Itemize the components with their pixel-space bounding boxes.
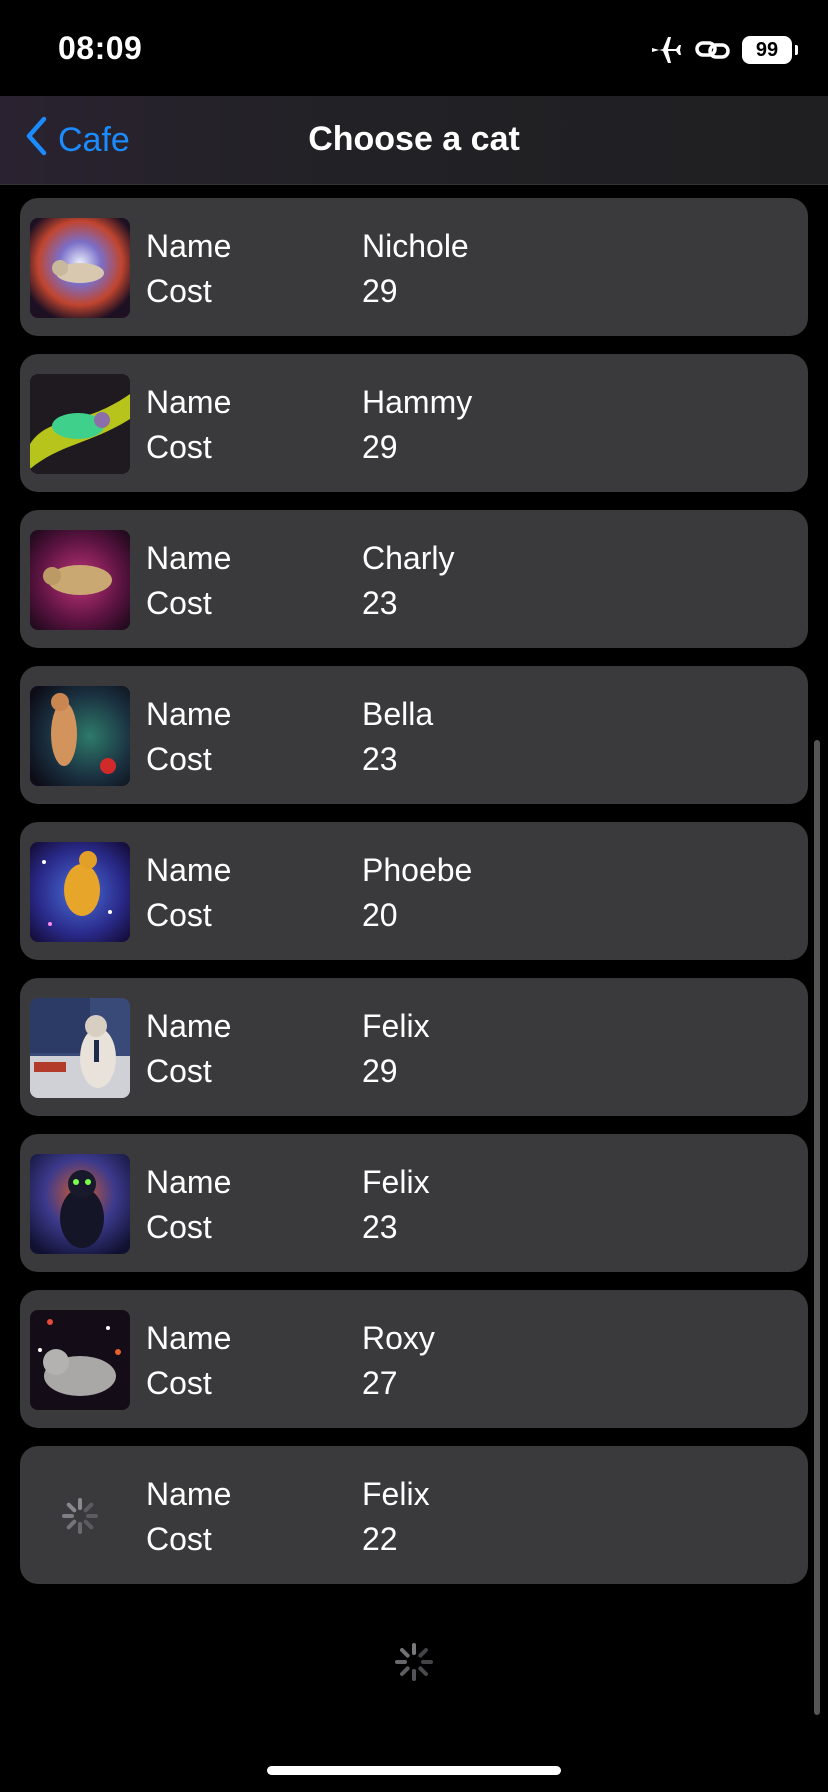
cat-list: Name Cost Nichole 29 Name Cost Hammy 29 (20, 198, 808, 1602)
cat-cost: 29 (362, 1053, 398, 1089)
cat-cost: 23 (362, 1209, 398, 1245)
cat-thumbnail (30, 1154, 130, 1254)
cat-row[interactable]: Name Cost Nichole 29 (20, 198, 808, 336)
status-icons: 99 (650, 32, 798, 68)
cat-row[interactable]: Name Cost Bella 23 (20, 666, 808, 804)
cost-label: Cost (146, 1053, 212, 1089)
cost-label: Cost (146, 741, 212, 777)
cat-name: Felix (362, 1164, 430, 1200)
airplane-icon (650, 35, 684, 65)
cat-row[interactable]: Name Cost Charly 23 (20, 510, 808, 648)
name-label: Name (146, 384, 232, 420)
name-label: Name (146, 228, 232, 264)
cat-name: Charly (362, 540, 455, 576)
cat-name: Felix (362, 1008, 430, 1044)
cat-row[interactable]: Name Cost Hammy 29 (20, 354, 808, 492)
page-title: Choose a cat (308, 120, 520, 158)
cat-row[interactable]: Name Cost Felix 23 (20, 1134, 808, 1272)
cat-name: Nichole (362, 228, 469, 264)
cost-label: Cost (146, 273, 212, 309)
name-label: Name (146, 1320, 232, 1356)
cat-row[interactable]: Name Cost Roxy 27 (20, 1290, 808, 1428)
cat-name: Roxy (362, 1320, 435, 1356)
cat-thumbnail (30, 218, 130, 318)
cost-label: Cost (146, 897, 212, 933)
cat-cost: 29 (362, 273, 398, 309)
cat-thumbnail (30, 842, 130, 942)
cat-thumbnail (30, 374, 130, 474)
scroll-indicator[interactable] (814, 740, 820, 1715)
name-label: Name (146, 1476, 232, 1512)
cat-thumbnail (30, 686, 130, 786)
cat-row[interactable]: Name Cost Felix 29 (20, 978, 808, 1116)
battery-indicator: 99 (742, 36, 798, 64)
cat-thumbnail (30, 998, 130, 1098)
cat-row[interactable]: Name Cost Felix 22 (20, 1446, 808, 1584)
name-label: Name (146, 696, 232, 732)
cost-label: Cost (146, 585, 212, 621)
cat-cost: 23 (362, 585, 398, 621)
cat-name: Felix (362, 1476, 430, 1512)
loading-spinner-icon (394, 1642, 434, 1687)
cat-cost: 20 (362, 897, 398, 933)
name-label: Name (146, 1164, 232, 1200)
loading-spinner-icon (30, 1466, 130, 1566)
cat-name: Phoebe (362, 852, 473, 888)
name-label: Name (146, 852, 232, 888)
cat-row[interactable]: Name Cost Phoebe 20 (20, 822, 808, 960)
status-bar: 08:09 99 (0, 0, 828, 96)
cost-label: Cost (146, 1209, 212, 1245)
cat-name: Bella (362, 696, 434, 732)
cost-label: Cost (146, 1521, 212, 1557)
cat-cost: 23 (362, 741, 398, 777)
cat-name: Hammy (362, 384, 473, 420)
cat-cost: 27 (362, 1365, 398, 1401)
navigation-bar: Cafe Choose a cat (0, 96, 828, 185)
cat-thumbnail (30, 1310, 130, 1410)
status-time: 08:09 (58, 30, 143, 66)
cat-cost: 22 (362, 1521, 398, 1557)
cost-label: Cost (146, 1365, 212, 1401)
home-indicator[interactable] (267, 1766, 561, 1775)
name-label: Name (146, 1008, 232, 1044)
cat-cost: 29 (362, 429, 398, 465)
link-icon (694, 37, 732, 63)
cat-thumbnail (30, 530, 130, 630)
cost-label: Cost (146, 429, 212, 465)
name-label: Name (146, 540, 232, 576)
